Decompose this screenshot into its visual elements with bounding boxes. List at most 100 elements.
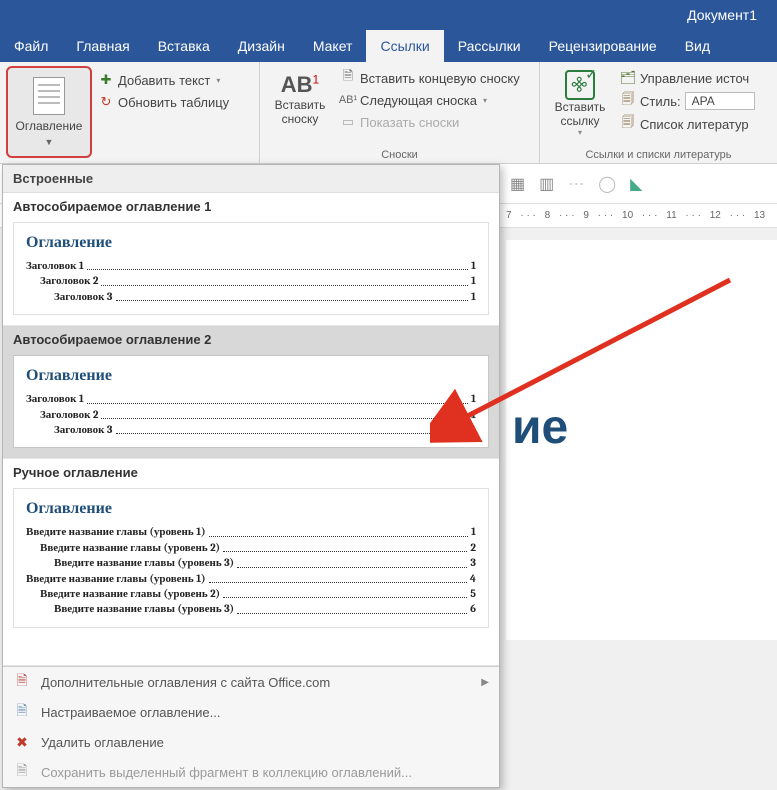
toc-button-label: Оглавление	[16, 119, 83, 133]
group-citations: ⌘ Вставить ссылку ▾ 🗂 Управление источ 🗐…	[540, 62, 777, 163]
show-notes-button[interactable]: ▭ Показать сноски	[340, 112, 520, 132]
next-footnote-icon: AB¹	[340, 92, 356, 108]
insert-endnote-button[interactable]: 🗎 Вставить концевую сноску	[340, 68, 520, 88]
bibliography-label: Список литератур	[640, 117, 749, 132]
toc-page: 4	[470, 571, 476, 586]
tab-insert[interactable]: Вставка	[144, 30, 224, 62]
more-from-office[interactable]: 🗎 Дополнительные оглавления с сайта Offi…	[3, 667, 499, 697]
next-footnote-button[interactable]: AB¹ Следующая сноска ▾	[340, 90, 520, 110]
insert-citation-button[interactable]: ⌘ Вставить ссылку ▾	[546, 66, 614, 141]
circle-icon[interactable]: ◯	[598, 174, 616, 194]
remove-toc-label: Удалить оглавление	[41, 735, 164, 750]
ruler-tick: 12	[710, 210, 721, 221]
document-icon: 🗎	[13, 703, 31, 721]
tab-design[interactable]: Дизайн	[224, 30, 299, 62]
toc-button[interactable]: Оглавление ▼	[6, 66, 92, 158]
toc-gallery: Встроенные Автособираемое оглавление 1 О…	[2, 164, 500, 788]
toc-entry: Заголовок 1	[26, 258, 84, 273]
tab-layout[interactable]: Макет	[299, 30, 367, 62]
show-notes-label: Показать сноски	[360, 115, 459, 130]
document-icon	[33, 77, 65, 115]
toc-page: 5	[470, 586, 476, 601]
style-label: Стиль:	[640, 94, 681, 109]
toc-preview: Оглавление Заголовок 11 Заголовок 21 Заг…	[13, 222, 489, 315]
style-dropdown[interactable]: 🗐 Стиль: APA	[620, 90, 755, 112]
insert-citation-label: Вставить ссылку	[550, 100, 610, 128]
document-page[interactable]: ие	[506, 240, 777, 640]
tab-file[interactable]: Файл	[0, 30, 62, 62]
chevron-right-icon: ▶	[481, 677, 489, 688]
toc-entry: Заголовок 3	[54, 289, 113, 304]
toc-entry: Введите название главы (уровень 2)	[40, 586, 220, 601]
ruler-tick: 8	[545, 210, 551, 221]
insert-endnote-label: Вставить концевую сноску	[360, 71, 520, 86]
toc-page: 2	[470, 540, 476, 555]
update-table-button[interactable]: ↻ Обновить таблицу	[98, 92, 229, 112]
toc-page: 1	[471, 524, 476, 539]
table-icon[interactable]: ▦	[510, 174, 525, 194]
preview-title: Оглавление	[26, 366, 476, 385]
tab-view[interactable]: Вид	[671, 30, 724, 62]
preview-title: Оглавление	[26, 233, 476, 252]
triangle-icon[interactable]: ◣	[630, 174, 642, 194]
toc-page: 3	[470, 555, 476, 570]
next-footnote-label: Следующая сноска	[360, 93, 477, 108]
tab-mailings[interactable]: Рассылки	[444, 30, 535, 62]
toc-page: 1	[471, 391, 476, 406]
gallery-item-auto2[interactable]: Автособираемое оглавление 2 Оглавление З…	[3, 326, 499, 459]
toc-page: 1	[471, 273, 476, 288]
tab-home[interactable]: Главная	[62, 30, 143, 62]
gallery-item-auto1[interactable]: Автособираемое оглавление 1 Оглавление З…	[3, 193, 499, 326]
show-notes-icon: ▭	[340, 114, 356, 130]
gallery-item-title: Автособираемое оглавление 1	[13, 199, 489, 214]
doc-heading-fragment: ие	[512, 400, 777, 455]
remove-icon: ✖	[13, 733, 31, 751]
toc-page: 1	[471, 407, 476, 422]
tab-review[interactable]: Рецензирование	[535, 30, 671, 62]
ribbon: Оглавление ▼ ✚ Добавить текст ▾ ↻ Обнови…	[0, 62, 777, 164]
ruler-tick: 11	[666, 210, 676, 221]
toc-preview: Оглавление Заголовок 11 Заголовок 21 Заг…	[13, 355, 489, 448]
more-from-office-label: Дополнительные оглавления с сайта Office…	[41, 675, 330, 690]
chevron-down-icon: ▾	[578, 128, 582, 137]
gallery-header-builtin: Встроенные	[3, 165, 499, 193]
toc-page: 1	[471, 422, 476, 437]
gallery-item-manual[interactable]: Ручное оглавление Оглавление Введите наз…	[3, 459, 499, 666]
window-title: Документ1	[687, 7, 757, 23]
custom-toc-label: Настраиваемое оглавление...	[41, 705, 220, 720]
endnote-icon: 🗎	[340, 70, 356, 86]
ribbon-tabs: Файл Главная Вставка Дизайн Макет Ссылки…	[0, 30, 777, 62]
gallery-item-title: Ручное оглавление	[13, 465, 489, 480]
tab-references[interactable]: Ссылки	[366, 30, 443, 62]
citations-caption: Ссылки и списки литературь	[546, 147, 771, 161]
table2-icon[interactable]: ▥	[539, 174, 554, 194]
ruler-tick: 7	[506, 210, 512, 221]
toc-entry: Заголовок 2	[40, 273, 98, 288]
remove-toc[interactable]: ✖ Удалить оглавление	[3, 727, 499, 757]
chevron-down-icon: ▾	[216, 76, 220, 85]
chevron-down-icon: ▾	[483, 96, 487, 105]
office-icon: 🗎	[13, 673, 31, 691]
save-icon: 🗎	[13, 763, 31, 781]
save-selection-toc: 🗎 Сохранить выделенный фрагмент в коллек…	[3, 757, 499, 787]
style-icon: 🗐	[620, 93, 636, 109]
ruler-tick: 13	[754, 210, 765, 221]
ab-icon: AB1	[281, 72, 319, 98]
toc-entry: Заголовок 2	[40, 407, 98, 422]
toc-entry: Заголовок 3	[54, 422, 113, 437]
link-icon: ⌘	[565, 70, 595, 100]
add-text-button[interactable]: ✚ Добавить текст ▾	[98, 70, 229, 90]
toc-entry: Введите название главы (уровень 2)	[40, 540, 220, 555]
bibliography-button[interactable]: 🗐 Список литератур	[620, 114, 755, 134]
dotted-icon[interactable]: ⋯	[568, 174, 584, 194]
toc-entry: Введите название главы (уровень 3)	[54, 601, 234, 616]
footnotes-caption: Сноски	[266, 147, 533, 161]
preview-title: Оглавление	[26, 499, 476, 518]
style-select[interactable]: APA	[685, 92, 755, 110]
gallery-footer: 🗎 Дополнительные оглавления с сайта Offi…	[3, 666, 499, 787]
ruler-tick: 9	[583, 210, 589, 221]
custom-toc[interactable]: 🗎 Настраиваемое оглавление...	[3, 697, 499, 727]
manage-sources-button[interactable]: 🗂 Управление источ	[620, 68, 755, 88]
add-text-label: Добавить текст	[118, 73, 210, 88]
insert-footnote-button[interactable]: AB1 Вставить сноску	[266, 66, 334, 132]
